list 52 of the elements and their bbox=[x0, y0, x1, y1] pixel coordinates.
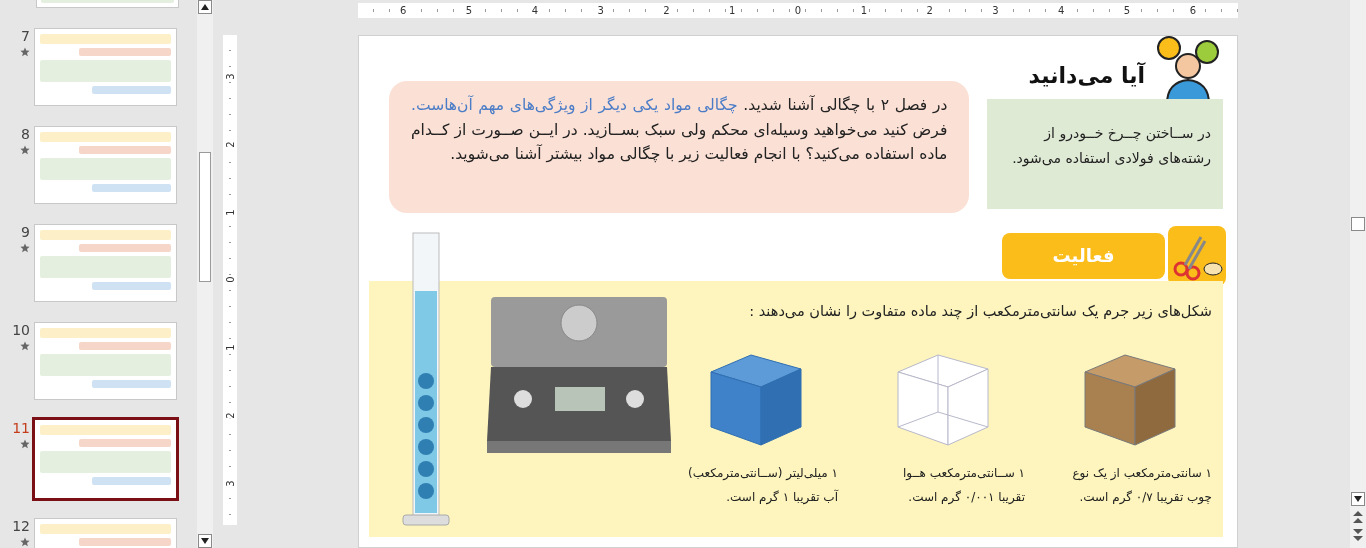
slide-number: 10 bbox=[12, 322, 30, 338]
next-slide-icon[interactable] bbox=[1353, 528, 1363, 542]
slide-title: آیا می‌دانید bbox=[1028, 63, 1145, 89]
scroll-thumb-box[interactable] bbox=[1351, 217, 1365, 231]
intro-paragraph: در فصل ۲ با چگالی آشنا شدید. چگالی مواد یکی دیگر از ویژگی‌های مهم آن‌هاست. فرض کنید می‌خواهید وسیله‌ای محکم ولی سبک بســازید. در ایــن صــورت از کــدام ماده استفاده می‌کنید؟ با انجام فعالیت زیر با چگالی مواد بیشتر آشنا می‌شوید. bbox=[389, 80, 970, 213]
star-icon bbox=[20, 341, 30, 351]
ruler-label: 2 bbox=[924, 4, 935, 16]
slide-thumbnail[interactable] bbox=[32, 417, 179, 501]
scroll-down-button[interactable] bbox=[1351, 492, 1365, 506]
star-icon bbox=[20, 145, 30, 155]
star-icon bbox=[20, 243, 30, 253]
scissors-icon bbox=[1167, 224, 1227, 287]
ruler-label: 4 bbox=[1056, 4, 1067, 16]
previous-slide-icon[interactable] bbox=[1353, 510, 1363, 524]
ruler-label: 1 bbox=[858, 4, 869, 16]
ruler-label: 6 bbox=[398, 4, 409, 16]
ruler-label: 0 bbox=[224, 276, 236, 284]
ruler-label: 4 bbox=[529, 4, 541, 16]
ruler-label: 1 bbox=[727, 4, 738, 16]
activity-instruction: شکل‌های زیر جرم یک سانتی‌مترمکعب از چند ماده متفاوت را نشان می‌دهند : bbox=[748, 302, 1212, 319]
caret-down-icon bbox=[1354, 496, 1362, 502]
cube-caption: ۱ میلی‌لیتر (ســانتی‌مترمکعب) آب تقریبا ۱ گرم است. bbox=[687, 464, 838, 507]
star-icon bbox=[20, 439, 30, 449]
fact-text: در ســاختن چــرخ خــودرو از رشته‌های فولادی استفاده می‌شود. bbox=[987, 98, 1223, 209]
ruler-label: 1 bbox=[224, 208, 236, 216]
slide-number: 11 bbox=[12, 420, 30, 436]
scroll-up-button[interactable] bbox=[198, 0, 212, 14]
slide-number: 8 bbox=[21, 126, 30, 142]
ruler-label: 0 bbox=[792, 4, 804, 16]
scrollbar-thumb[interactable] bbox=[199, 152, 211, 282]
cube-caption: ۱ ســانتی‌مترمکعب هــوا تقریبا ۰/۰۰۱ گرم است. bbox=[902, 464, 1025, 507]
slide-number: 9 bbox=[21, 224, 30, 240]
caret-down-icon bbox=[201, 538, 209, 544]
ruler-label: 3 bbox=[595, 4, 606, 16]
activity-banner: فعالیت bbox=[1002, 232, 1165, 279]
ruler-label: 2 bbox=[224, 412, 236, 419]
ruler-label: 3 bbox=[224, 480, 236, 487]
ruler-label: 1 bbox=[224, 344, 236, 351]
caret-up-icon bbox=[201, 4, 209, 10]
ruler-label: 6 bbox=[1187, 4, 1198, 16]
ruler-label: 2 bbox=[661, 4, 672, 16]
slide-number: 12 bbox=[12, 518, 30, 534]
star-icon bbox=[20, 537, 30, 547]
ruler-label: 5 bbox=[463, 4, 475, 16]
scroll-down-button[interactable] bbox=[198, 534, 212, 548]
slide-number: 7 bbox=[21, 28, 30, 44]
ruler-label: 2 bbox=[224, 141, 236, 148]
cube-caption: ۱ سانتی‌مترمکعب از یک نوع چوب تقریبا ۰/۷ گرم است. bbox=[1071, 464, 1212, 506]
ruler-label: 5 bbox=[1121, 4, 1133, 16]
star-icon bbox=[20, 47, 30, 57]
ruler-label: 3 bbox=[224, 73, 236, 80]
ruler-label: 3 bbox=[990, 4, 1001, 16]
